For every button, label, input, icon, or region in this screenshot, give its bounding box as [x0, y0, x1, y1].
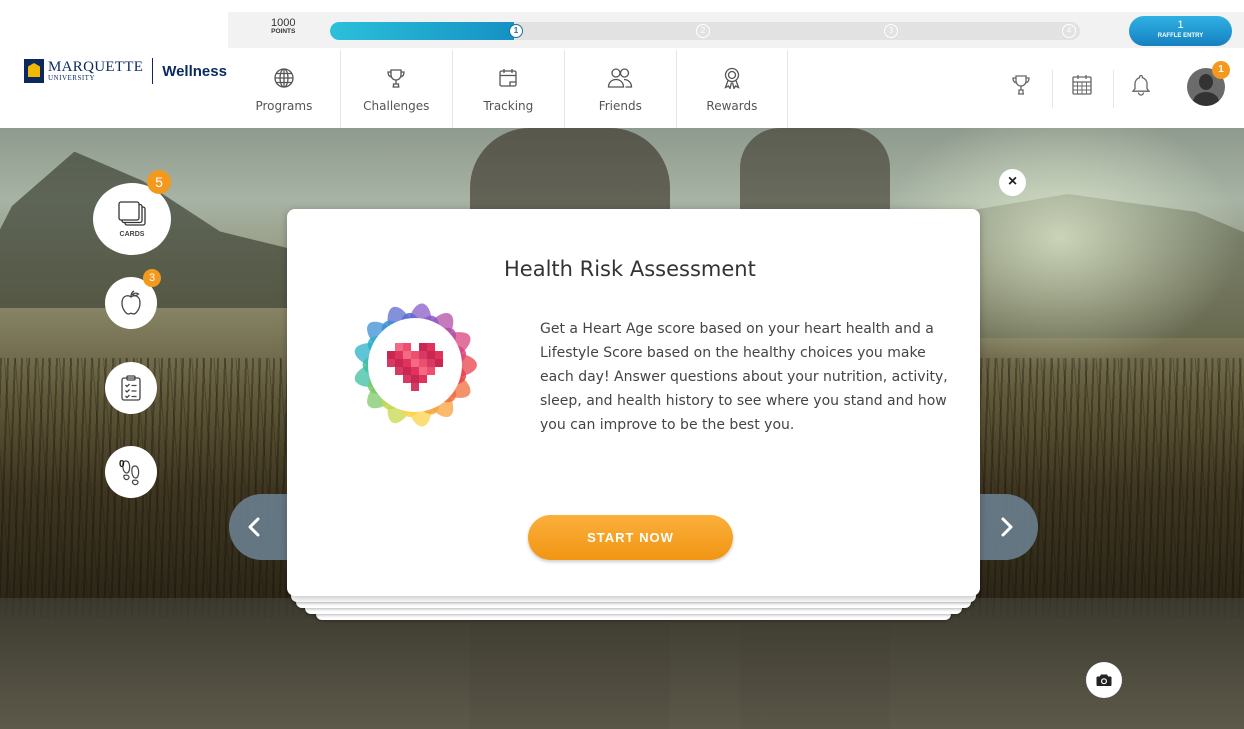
nav-label: Tracking — [483, 99, 534, 113]
heart-tile — [419, 359, 427, 367]
points-counter: 1000 POINTS — [271, 18, 295, 36]
nav-label: Friends — [598, 99, 642, 113]
heart-tile — [395, 343, 403, 351]
heart-tile — [411, 351, 419, 359]
university-subname: UNIVERSITY — [48, 74, 95, 82]
heart-tile — [403, 359, 411, 367]
cards-stack-icon — [118, 200, 146, 226]
heart-tile — [411, 375, 419, 383]
heart-tile — [403, 343, 411, 351]
university-seal-icon — [24, 59, 44, 83]
heart-tile — [387, 359, 395, 367]
nav-item-rewards[interactable]: Rewards — [675, 50, 788, 128]
milestone-label: 1 — [513, 26, 519, 35]
apple-icon — [121, 290, 141, 315]
change-background-button[interactable] — [1086, 662, 1122, 698]
chevron-left-icon — [248, 517, 260, 537]
avatar-notification-badge: 1 — [1212, 61, 1230, 79]
bell-icon[interactable] — [1130, 73, 1152, 97]
nav-item-tracking[interactable]: Tracking — [451, 50, 564, 128]
heart-tile — [395, 359, 403, 367]
calendar-icon — [499, 69, 517, 87]
card-description: Get a Heart Age score based on your hear… — [540, 321, 948, 433]
award-icon — [724, 67, 740, 91]
milestone-label: 4 — [1066, 26, 1072, 35]
marquette-wellness-logo[interactable]: MARQUETTE UNIVERSITY Wellness — [24, 57, 227, 85]
raffle-entry-button[interactable]: 1 RAFFLE ENTRY — [1129, 16, 1232, 46]
heart-tile — [387, 351, 395, 359]
heart-tile — [395, 351, 403, 359]
nav-item-challenges[interactable]: Challenges — [339, 50, 452, 128]
toolbar-divider — [1052, 70, 1053, 108]
close-button[interactable]: × — [999, 169, 1026, 196]
heart-tile — [419, 367, 427, 375]
assessment-card: Health Risk Assessment Get a Heart Age s… — [287, 209, 980, 596]
steps-count: 0 — [119, 459, 125, 470]
product-name: Wellness — [162, 62, 227, 80]
nav-item-friends[interactable]: Friends — [563, 50, 676, 128]
nav-label: Challenges — [363, 99, 430, 113]
side-checklist-button[interactable] — [105, 362, 157, 414]
top-header: MARQUETTE UNIVERSITY Wellness 1000 POINT… — [0, 0, 1244, 128]
heart-tile — [427, 367, 435, 375]
carousel-prev-button[interactable] — [229, 494, 289, 560]
heart-tile — [427, 343, 435, 351]
side-steps-button[interactable]: 0 — [105, 446, 157, 498]
calendar-icon[interactable] — [1071, 73, 1093, 97]
university-name: MARQUETTE — [48, 59, 144, 75]
nutrition-count-badge: 3 — [143, 269, 161, 287]
heart-tile — [403, 367, 411, 375]
milestone-label: 3 — [888, 26, 894, 35]
points-progress-fill — [330, 22, 514, 40]
heart-tile — [427, 351, 435, 359]
clipboard-checklist-icon — [121, 375, 141, 401]
camera-icon — [1096, 674, 1112, 686]
card-title: Health Risk Assessment — [504, 257, 756, 281]
heart-tile — [411, 383, 419, 391]
university-wordmark: MARQUETTE UNIVERSITY — [48, 60, 143, 82]
main-nav: Programs Challenges Tracking Friends Rew… — [228, 50, 788, 128]
heart-tile — [427, 359, 435, 367]
heart-tile — [419, 343, 427, 351]
heart-tile — [403, 375, 411, 383]
milestone-marker-1[interactable]: 1 — [509, 24, 523, 38]
side-cards-label: CARDS — [119, 230, 145, 238]
raffle-count: 1 — [1177, 19, 1184, 31]
milestone-marker-2[interactable]: 2 — [696, 24, 710, 38]
heart-flower-icon — [354, 303, 477, 427]
milestone-label: 2 — [700, 26, 706, 35]
toolbar-divider — [1113, 70, 1114, 108]
trophy-icon — [387, 69, 405, 88]
heart-tile — [403, 351, 411, 359]
milestone-marker-3[interactable]: 3 — [884, 24, 898, 38]
heart-tile — [411, 359, 419, 367]
globe-icon — [274, 68, 294, 88]
logo-divider — [152, 58, 154, 84]
raffle-label: RAFFLE ENTRY — [1157, 33, 1204, 39]
heart-tile — [419, 351, 427, 359]
points-label: POINTS — [271, 28, 296, 35]
heart-tile — [419, 375, 427, 383]
heart-tile — [411, 367, 419, 375]
nav-label: Programs — [255, 99, 313, 113]
heart-tile — [435, 359, 443, 367]
milestone-marker-4[interactable]: 4 — [1062, 24, 1076, 38]
cards-count-badge: 5 — [147, 170, 171, 194]
chevron-right-icon — [1001, 517, 1013, 537]
nav-item-programs[interactable]: Programs — [228, 50, 340, 128]
friends-icon — [608, 68, 633, 88]
nav-label: Rewards — [706, 99, 758, 113]
start-now-button[interactable]: START NOW — [528, 515, 733, 560]
heart-tile — [435, 351, 443, 359]
trophy-icon[interactable] — [1010, 73, 1032, 97]
heart-tile — [395, 367, 403, 375]
